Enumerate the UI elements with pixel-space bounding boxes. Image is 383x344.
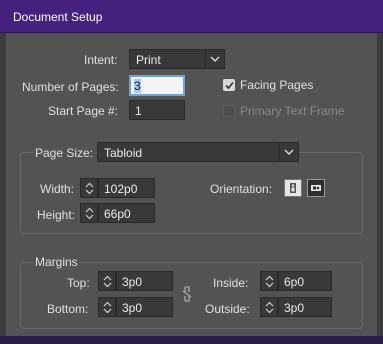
page-size-dropdown[interactable]: Tabloid bbox=[97, 142, 299, 162]
width-input[interactable]: 102p0 bbox=[98, 178, 155, 198]
margin-top-label: Top: bbox=[67, 276, 90, 290]
start-page-input[interactable]: 1 bbox=[129, 100, 185, 120]
margin-bottom-input[interactable]: 3p0 bbox=[116, 297, 173, 317]
margin-bottom-stepper[interactable] bbox=[98, 297, 116, 317]
margin-top-input[interactable]: 3p0 bbox=[116, 271, 173, 291]
page-size-value: Tabloid bbox=[104, 146, 143, 160]
frame-left-edge bbox=[0, 33, 6, 344]
margin-inside-label: Inside: bbox=[213, 276, 249, 290]
up-down-arrows-icon bbox=[103, 301, 112, 314]
link-margins-button[interactable] bbox=[181, 286, 193, 302]
orientation-label: Orientation: bbox=[210, 182, 273, 196]
margin-top-stepper[interactable] bbox=[98, 271, 116, 291]
width-value: 102p0 bbox=[104, 182, 138, 196]
height-stepper[interactable] bbox=[80, 203, 98, 223]
height-label: Height: bbox=[37, 208, 76, 222]
margin-inside-input[interactable]: 6p0 bbox=[278, 271, 332, 291]
start-page-value: 1 bbox=[135, 104, 142, 118]
width-stepper[interactable] bbox=[80, 178, 98, 198]
intent-label: Intent: bbox=[84, 53, 118, 67]
title-bar[interactable]: Document Setup bbox=[0, 0, 383, 33]
primary-text-frame-checkbox[interactable] bbox=[223, 105, 235, 117]
frame-right-edge bbox=[377, 33, 383, 344]
number-of-pages-input[interactable]: 3 bbox=[129, 75, 185, 96]
portrait-icon bbox=[290, 183, 296, 193]
number-of-pages-selection: 3 bbox=[134, 79, 141, 93]
margin-bottom-label: Bottom: bbox=[47, 302, 89, 316]
width-label: Width: bbox=[40, 182, 75, 196]
landscape-icon bbox=[311, 185, 321, 191]
page-size-label: Page Size: bbox=[33, 146, 96, 160]
margin-top-value: 3p0 bbox=[122, 275, 143, 289]
facing-pages-label: Facing Pages bbox=[240, 78, 314, 92]
margin-outside-label: Outside: bbox=[205, 302, 250, 316]
height-value: 66p0 bbox=[104, 207, 131, 221]
intent-dropdown[interactable]: Print bbox=[129, 49, 225, 69]
margin-outside-stepper[interactable] bbox=[260, 297, 278, 317]
number-of-pages-label: Number of Pages: bbox=[22, 80, 119, 94]
portrait-orientation-button[interactable] bbox=[284, 179, 302, 197]
up-down-arrows-icon bbox=[85, 207, 94, 220]
margin-outside-value: 3p0 bbox=[284, 301, 305, 315]
chevron-down-icon bbox=[279, 143, 298, 161]
up-down-arrows-icon bbox=[265, 275, 274, 288]
up-down-arrows-icon bbox=[103, 275, 112, 288]
height-input[interactable]: 66p0 bbox=[98, 203, 155, 223]
checkmark-icon bbox=[225, 81, 234, 90]
facing-pages-checkbox[interactable] bbox=[223, 79, 235, 91]
up-down-arrows-icon bbox=[85, 182, 94, 195]
window-title: Document Setup bbox=[13, 10, 103, 24]
margin-inside-value: 6p0 bbox=[284, 275, 305, 289]
start-page-label: Start Page #: bbox=[48, 104, 119, 118]
landscape-orientation-button[interactable] bbox=[307, 179, 325, 197]
margins-label: Margins bbox=[33, 255, 80, 269]
margin-bottom-value: 3p0 bbox=[122, 301, 143, 315]
chevron-down-icon bbox=[205, 50, 224, 68]
primary-text-frame-label: Primary Text Frame bbox=[240, 104, 345, 118]
intent-value: Print bbox=[136, 53, 161, 67]
frame-bottom-edge bbox=[0, 336, 383, 344]
number-of-pages-value: 3 bbox=[134, 79, 141, 93]
chain-link-broken-icon bbox=[182, 286, 192, 302]
up-down-arrows-icon bbox=[265, 301, 274, 314]
margin-outside-input[interactable]: 3p0 bbox=[278, 297, 332, 317]
margin-inside-stepper[interactable] bbox=[260, 271, 278, 291]
